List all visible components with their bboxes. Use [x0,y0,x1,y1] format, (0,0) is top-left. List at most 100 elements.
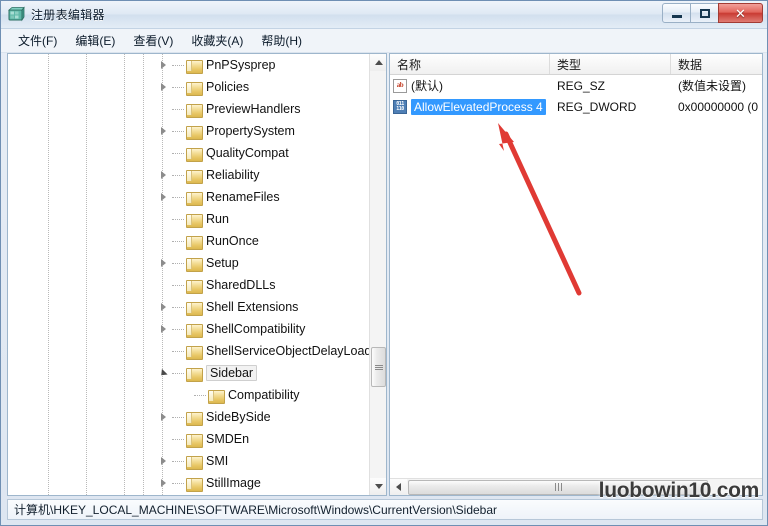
folder-icon [186,169,203,184]
tree-item-label: QualityCompat [206,146,289,160]
tree-item-shellcompatibility[interactable]: ShellCompatibility [8,318,370,340]
tree-connector-line [172,307,184,308]
window-controls: ✕ [662,3,763,23]
tree-item-label: PropertySystem [206,124,295,138]
tree-connector-line [172,131,184,132]
window-title: 注册表编辑器 [31,8,105,22]
value-type-cell: REG_DWORD [557,99,637,114]
menu-item-favorites[interactable]: 收藏夹(A) [182,29,252,52]
tree-item-label: SMDEn [206,432,250,446]
close-button[interactable]: ✕ [718,3,763,23]
tree-item-setup[interactable]: Setup [8,252,370,274]
list-header: 名称 类型 数据 [390,54,762,75]
tree-item-shellserviceobjectdelayload[interactable]: ShellServiceObjectDelayLoad [8,340,370,362]
grip-icon [554,483,563,491]
registry-editor-window: 注册表编辑器 ✕ 文件(F) 编辑(E) 查看(V) 收藏夹(A) 帮助(H) [0,0,768,526]
folder-icon [186,59,203,74]
value-row[interactable]: 011 110 AllowElevatedProcess 4 REG_DWORD 0x0… [390,96,762,117]
expand-arrow-icon[interactable] [158,81,170,93]
folder-icon [186,455,203,470]
expand-arrow-icon[interactable] [158,477,170,489]
tree-item-label: Run [206,212,229,226]
minimize-button[interactable] [662,3,691,23]
chevron-up-icon [374,60,383,65]
tree-item-smi[interactable]: SMI [8,450,370,472]
tree-item-sidebar[interactable]: Sidebar [8,362,370,384]
tree-item-smden[interactable]: SMDEn [8,428,370,450]
expand-arrow-icon[interactable] [158,125,170,137]
registry-tree[interactable]: PnPSysprep Policies PreviewHandlers Propert… [8,54,370,495]
tree-item-sidebyside[interactable]: SideBySide [8,406,370,428]
tree-expander-placeholder [158,103,170,115]
tree-item-pnpsysprep[interactable]: PnPSysprep [8,54,370,76]
tree-item-previewhandlers[interactable]: PreviewHandlers [8,98,370,120]
tree-item-shell-extensions[interactable]: Shell Extensions [8,296,370,318]
scroll-left-button[interactable] [390,478,407,495]
tree-item-label: PreviewHandlers [206,102,301,116]
folder-icon [186,147,203,162]
tree-connector-line [172,153,184,154]
expand-arrow-icon[interactable] [158,323,170,335]
tree-connector-line [172,483,184,484]
tree-item-compatibility[interactable]: Compatibility [8,384,370,406]
value-list[interactable]: ab (默认) REG_SZ (数值未设置) 011 110 AllowElevatedPr… [390,75,762,117]
maximize-button[interactable] [690,3,719,23]
tree-item-renamefiles[interactable]: RenameFiles [8,186,370,208]
tree-item-label: Setup [206,256,239,270]
registry-values-pane: 名称 类型 数据 ab (默认) REG_SZ (数值未设置) 011 110 AllowE… [389,53,763,496]
expand-arrow-icon[interactable] [158,191,170,203]
chevron-left-icon [396,483,401,491]
tree-expander-placeholder [158,147,170,159]
collapse-arrow-icon[interactable] [158,367,170,379]
expand-arrow-icon[interactable] [158,169,170,181]
tree-connector-line [172,219,184,220]
tree-item-label: Shell Extensions [206,300,299,314]
tree-item-stillimage[interactable]: StillImage [8,472,370,494]
tree-item-structuredquery[interactable]: StructuredQuery [8,494,370,495]
expand-arrow-icon[interactable] [158,59,170,71]
tree-item-shareddlls[interactable]: SharedDLLs [8,274,370,296]
grip-icon [374,364,383,371]
site-watermark: luobowin10.com [598,479,760,502]
tree-item-label: ShellCompatibility [206,322,306,336]
folder-icon [186,191,203,206]
tree-item-label: PnPSysprep [206,58,276,72]
tree-vertical-scrollbar[interactable] [369,54,386,495]
tree-item-label: SideBySide [206,410,271,424]
menu-item-help[interactable]: 帮助(H) [252,29,311,52]
menu-item-edit[interactable]: 编辑(E) [66,29,124,52]
column-header-data[interactable]: 数据 [671,54,762,74]
tree-item-policies[interactable]: Policies [8,76,370,98]
maximize-icon [699,8,710,18]
scroll-up-button[interactable] [370,54,386,71]
column-header-name[interactable]: 名称 [390,54,550,74]
folder-icon [186,235,203,250]
expand-arrow-icon[interactable] [158,257,170,269]
expand-arrow-icon[interactable] [158,411,170,423]
tree-connector-line [172,175,184,176]
tree-scrollbar-thumb[interactable] [371,347,386,387]
tree-connector-line [172,109,184,110]
tree-item-qualitycompat[interactable]: QualityCompat [8,142,370,164]
folder-icon [186,213,203,228]
column-header-type[interactable]: 类型 [550,54,671,74]
folder-icon [186,323,203,338]
tree-connector-line [172,87,184,88]
tree-item-runonce[interactable]: RunOnce [8,230,370,252]
tree-item-run[interactable]: Run [8,208,370,230]
title-bar: 注册表编辑器 ✕ [1,1,767,29]
menu-item-file[interactable]: 文件(F) [9,29,66,52]
tree-item-label: ShellServiceObjectDelayLoad [206,344,370,358]
menu-item-view[interactable]: 查看(V) [124,29,182,52]
value-name-cell[interactable]: ab (默认) [390,77,550,94]
tree-item-reliability[interactable]: Reliability [8,164,370,186]
scroll-down-button[interactable] [370,478,386,495]
tree-item-label: Reliability [206,168,260,182]
expand-arrow-icon[interactable] [158,301,170,313]
tree-expander-placeholder [158,213,170,225]
expand-arrow-icon[interactable] [158,455,170,467]
tree-item-propertysystem[interactable]: PropertySystem [8,120,370,142]
value-name-cell[interactable]: 011 110 AllowElevatedProcess 4 [390,98,550,115]
value-row[interactable]: ab (默认) REG_SZ (数值未设置) [390,75,762,96]
folder-icon [186,301,203,316]
